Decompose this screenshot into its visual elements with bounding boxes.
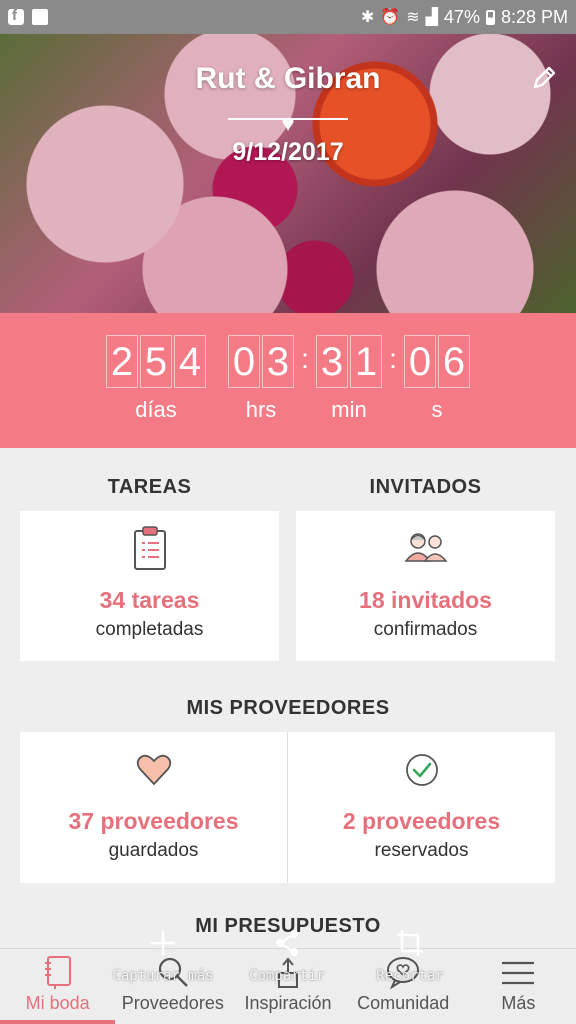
tasks-card[interactable]: 34 tareas completadas	[20, 511, 279, 661]
seconds-label: s	[431, 397, 443, 422]
check-circle-icon	[405, 754, 438, 786]
days-digit: 4	[174, 335, 206, 388]
capture-more-label: Capturar más	[112, 968, 214, 984]
guests-section-title: INVITADOS	[369, 476, 482, 498]
guests-subtext: confirmados	[373, 619, 478, 640]
days-counter: 2 5 4	[106, 335, 206, 388]
hours-counter: 0 3	[228, 335, 294, 388]
providers-card: 37 proveedores guardados 2 proveedores r…	[20, 732, 555, 883]
hero-banner: Rut & Gibran ♥ 9/12/2017	[0, 34, 576, 313]
time-separator: :	[301, 343, 309, 374]
nav-label: Mi boda	[25, 993, 90, 1013]
heart-divider-icon: ♥	[281, 111, 295, 136]
booked-providers-subtext: reservados	[374, 840, 469, 861]
facebook-notification-icon	[8, 7, 24, 25]
share-label: Compartir	[249, 968, 325, 984]
hours-label: hrs	[245, 397, 277, 422]
wedding-date: 9/12/2017	[232, 138, 344, 166]
nav-mi-boda[interactable]: Mi boda	[0, 949, 116, 1024]
menu-icon	[502, 961, 535, 985]
edit-pencil-icon[interactable]	[530, 64, 558, 92]
nav-label: Proveedores	[121, 993, 224, 1013]
hours-digit: 0	[228, 335, 260, 388]
guests-count: 18 invitados	[359, 587, 492, 613]
battery-icon	[485, 9, 495, 25]
tasks-count: 34 tareas	[99, 587, 200, 613]
booked-providers-count: 2 proveedores	[342, 808, 501, 834]
nav-label: Comunidad	[357, 993, 450, 1013]
shopping-notification-icon	[32, 9, 48, 25]
seconds-counter: 0 6	[404, 335, 470, 388]
plus-icon	[151, 931, 175, 955]
providers-section-title: MIS PROVEEDORES	[186, 697, 390, 719]
crop-label: Recortar	[376, 968, 444, 984]
alarm-icon: ⏰	[380, 9, 401, 26]
saved-providers[interactable]: 37 proveedores guardados	[20, 732, 287, 883]
days-digit: 2	[106, 335, 138, 388]
tasks-subtext: completadas	[95, 619, 204, 640]
heart-icon	[136, 754, 171, 786]
crop-action[interactable]: Recortar	[355, 928, 465, 984]
status-bar: ✱ ⏰ ≋ ▟ 47% 8:28 PM	[0, 0, 576, 34]
minutes-digit: 1	[350, 335, 382, 388]
seconds-digit: 6	[438, 335, 470, 388]
booked-providers[interactable]: 2 proveedores reservados	[288, 732, 555, 883]
nav-mas[interactable]: Más	[461, 949, 576, 1024]
signal-icon: ▟	[425, 9, 438, 26]
nav-label: Más	[501, 993, 536, 1013]
notebook-icon	[44, 956, 71, 989]
couple-names: Rut & Gibran	[195, 62, 381, 95]
saved-providers-subtext: guardados	[108, 840, 199, 861]
minutes-digit: 3	[316, 335, 348, 388]
days-digit: 5	[140, 335, 172, 388]
hours-digit: 3	[262, 335, 294, 388]
tasks-section-title: TAREAS	[107, 476, 192, 498]
bluetooth-icon: ✱	[360, 9, 375, 26]
battery-percent: 47%	[443, 6, 480, 27]
countdown: 2 5 4 0 3 : 3 1 : 0 6 días hrs min s	[0, 313, 576, 448]
seconds-digit: 0	[404, 335, 436, 388]
guests-card[interactable]: 18 invitados confirmados	[296, 511, 555, 661]
clock: 8:28 PM	[500, 6, 568, 27]
minutes-counter: 3 1	[316, 335, 382, 388]
app-screen: ✱ ⏰ ≋ ▟ 47% 8:28 PM Rut & Gibran ♥ 9/12/…	[0, 0, 576, 1024]
days-label: días	[135, 397, 177, 422]
wifi-icon: ≋	[406, 9, 420, 26]
saved-providers-count: 37 proveedores	[68, 808, 239, 834]
time-separator: :	[389, 343, 397, 374]
minutes-label: min	[331, 397, 367, 422]
guests-icon	[403, 533, 448, 562]
nav-label: Inspiración	[244, 993, 332, 1013]
crop-icon	[397, 930, 423, 956]
clipboard-icon	[133, 526, 166, 570]
share-icon	[276, 930, 298, 956]
share-action[interactable]: Compartir	[232, 928, 342, 984]
capture-more-action[interactable]: Capturar más	[108, 928, 218, 984]
